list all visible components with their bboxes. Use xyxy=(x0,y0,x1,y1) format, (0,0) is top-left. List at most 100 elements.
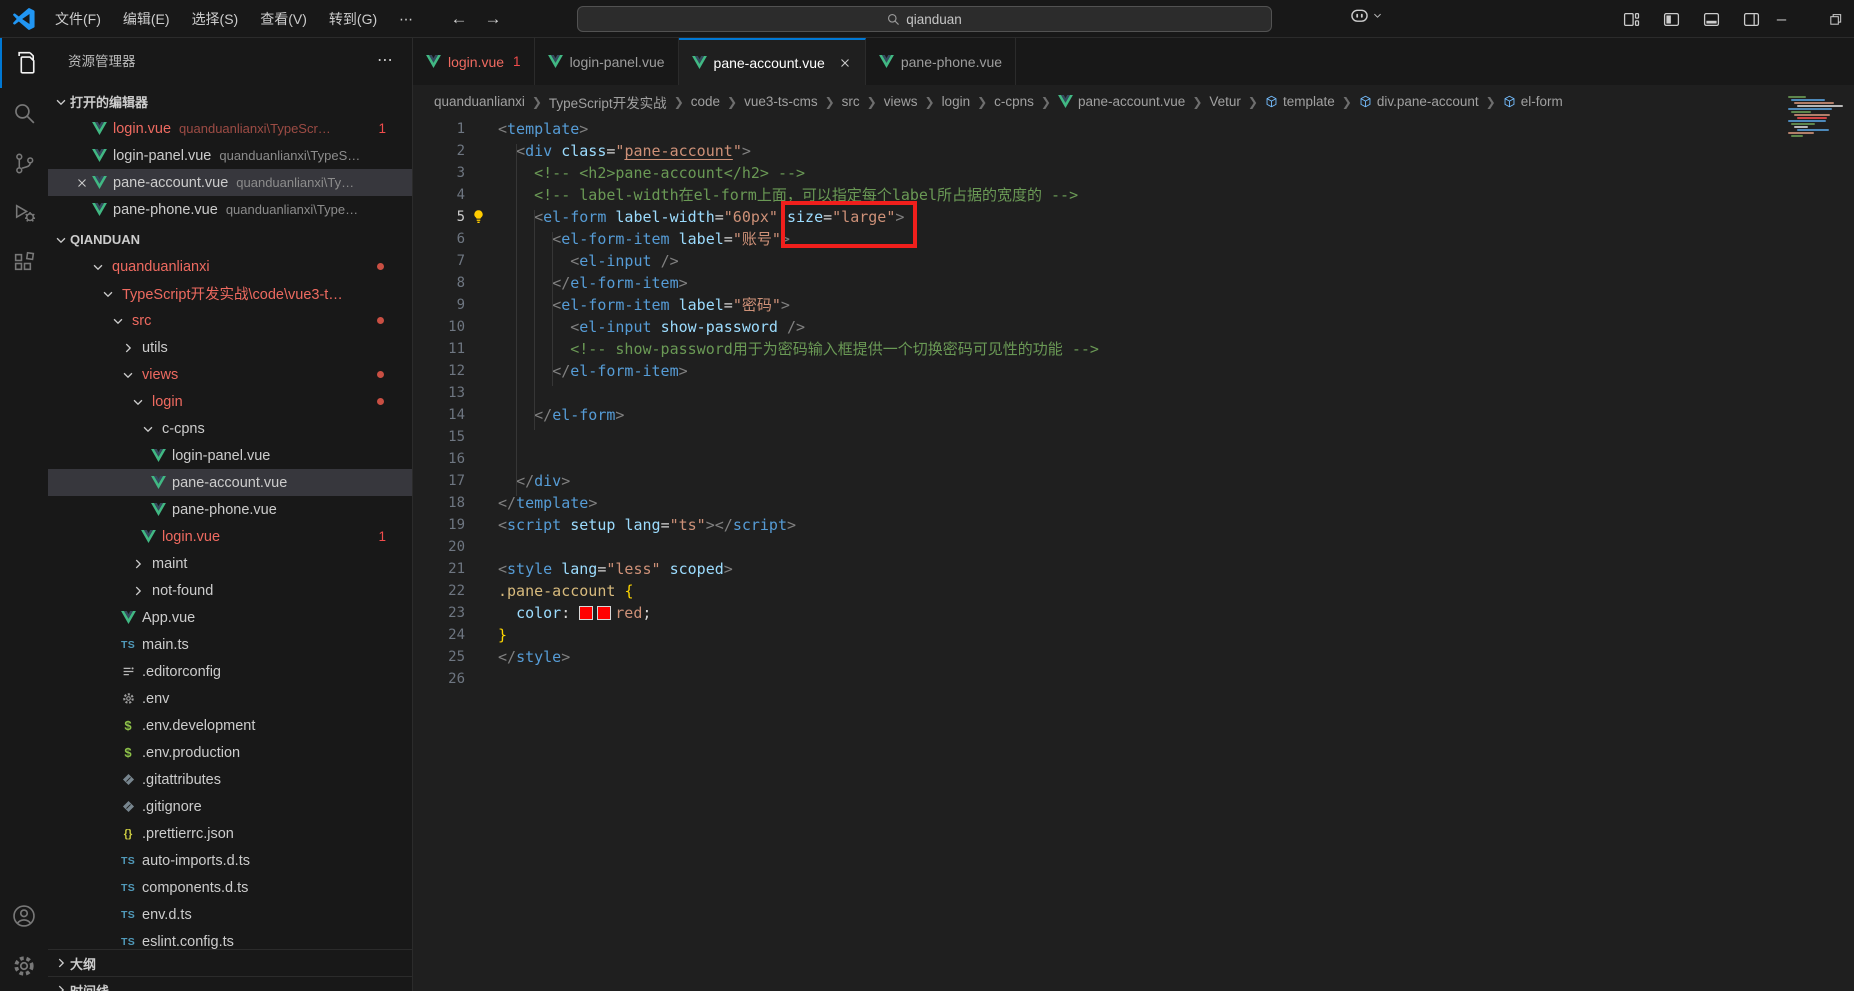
code-line-13[interactable]: 13 xyxy=(413,382,1854,404)
tree-item-maint[interactable]: maint xyxy=(48,550,412,577)
menu-item-2[interactable]: 选择(S) xyxy=(181,5,250,33)
section-时间线[interactable]: 时间线 xyxy=(48,976,412,991)
line-number[interactable]: 5 xyxy=(413,209,465,225)
code-line-5[interactable]: 5 <el-form label-width="60px" size="larg… xyxy=(413,206,1854,228)
code-line-8[interactable]: 8 </el-form-item> xyxy=(413,272,1854,294)
close-icon[interactable] xyxy=(72,176,92,190)
tree-item-main.ts[interactable]: TS main.ts xyxy=(48,631,412,658)
line-number[interactable]: 14 xyxy=(413,407,465,423)
tree-item-.env.production[interactable]: $ .env.production xyxy=(48,739,412,766)
breadcrumb-item-Vetur[interactable]: Vetur xyxy=(1209,94,1241,109)
code-text[interactable]: <script setup lang="ts"></script> xyxy=(498,514,796,536)
open-editor-pane-phone.vue[interactable]: pane-phone.vue quanduanlianxi\Type… xyxy=(48,196,412,223)
tree-item-App.vue[interactable]: App.vue xyxy=(48,604,412,631)
code-line-9[interactable]: 9 <el-form-item label="密码"> xyxy=(413,294,1854,316)
menu-item-5[interactable]: ⋯ xyxy=(388,7,424,32)
code-text[interactable]: color: red; xyxy=(498,602,651,624)
line-number[interactable]: 21 xyxy=(413,561,465,577)
line-number[interactable]: 13 xyxy=(413,385,465,401)
menu-item-3[interactable]: 查看(V) xyxy=(249,5,318,33)
breadcrumb-item-pane-account.vue[interactable]: pane-account.vue xyxy=(1058,94,1185,109)
line-number[interactable]: 24 xyxy=(413,627,465,643)
code-text[interactable]: <style lang="less" scoped> xyxy=(498,558,733,580)
code-line-7[interactable]: 7 <el-input /> xyxy=(413,250,1854,272)
breadcrumb-item-quanduanlianxi[interactable]: quanduanlianxi xyxy=(434,94,525,109)
code-line-11[interactable]: 11 <!-- show-password用于为密码输入框提供一个切换密码可见性… xyxy=(413,338,1854,360)
minimap[interactable] xyxy=(1788,96,1846,148)
tab-pane-phone.vue[interactable]: pane-phone.vue xyxy=(865,38,1017,85)
close-icon[interactable] xyxy=(838,56,852,70)
copilot-button[interactable] xyxy=(1350,7,1383,24)
line-number[interactable]: 25 xyxy=(413,649,465,665)
open-editor-login.vue[interactable]: login.vue quanduanlianxi\TypeScr… 1 xyxy=(48,115,412,142)
line-number[interactable]: 16 xyxy=(413,451,465,467)
activity-source-control-icon[interactable] xyxy=(0,138,48,188)
lightbulb-icon[interactable] xyxy=(471,209,486,228)
code-line-20[interactable]: 20 xyxy=(413,536,1854,558)
code-line-1[interactable]: 1 <template> xyxy=(413,118,1854,140)
line-number[interactable]: 3 xyxy=(413,165,465,181)
toggle-panel-icon[interactable] xyxy=(1698,7,1724,31)
color-swatch-red[interactable] xyxy=(579,606,594,620)
tree-item-src[interactable]: src xyxy=(48,307,412,334)
tree-item-utils[interactable]: utils xyxy=(48,334,412,361)
code-text[interactable]: <el-form-item label="密码"> xyxy=(498,294,790,316)
activity-explorer-icon[interactable] xyxy=(0,38,48,88)
line-number[interactable]: 26 xyxy=(413,671,465,687)
code-line-26[interactable]: 26 xyxy=(413,668,1854,690)
code-text[interactable]: <template> xyxy=(498,118,588,140)
breadcrumb-item-views[interactable]: views xyxy=(884,94,918,109)
tree-item-not-found[interactable]: not-found xyxy=(48,577,412,604)
code-line-22[interactable]: 22 .pane-account { xyxy=(413,580,1854,602)
open-editor-login-panel.vue[interactable]: login-panel.vue quanduanlianxi\TypeS… xyxy=(48,142,412,169)
open-editors-header[interactable]: 打开的编辑器 xyxy=(48,88,412,115)
menu-item-1[interactable]: 编辑(E) xyxy=(112,5,181,33)
line-number[interactable]: 20 xyxy=(413,539,465,555)
back-arrow-icon[interactable]: ← xyxy=(446,7,472,31)
breadcrumb-item-src[interactable]: src xyxy=(842,94,860,109)
tree-item-views[interactable]: views xyxy=(48,361,412,388)
code-text[interactable]: <!-- <h2>pane-account</h2> --> xyxy=(498,162,805,184)
toggle-secondary-sidebar-icon[interactable] xyxy=(1738,7,1764,31)
activity-search-icon[interactable] xyxy=(0,88,48,138)
tree-item-quanduanlianxi[interactable]: quanduanlianxi xyxy=(48,253,412,280)
code-text[interactable]: <el-input show-password /> xyxy=(498,316,805,338)
line-number[interactable]: 18 xyxy=(413,495,465,511)
code-line-4[interactable]: 4 <!-- label-width在el-form上面，可以指定每个label… xyxy=(413,184,1854,206)
code-line-17[interactable]: 17 </div> xyxy=(413,470,1854,492)
tree-item-login[interactable]: login xyxy=(48,388,412,415)
line-number[interactable]: 23 xyxy=(413,605,465,621)
tab-pane-account.vue[interactable]: pane-account.vue xyxy=(678,38,866,85)
command-center-search[interactable]: qianduan xyxy=(577,6,1272,32)
tree-item-.env[interactable]: .env xyxy=(48,685,412,712)
line-number[interactable]: 4 xyxy=(413,187,465,203)
code-text[interactable]: </template> xyxy=(498,492,597,514)
code-editor[interactable]: 1 <template> 2 <div class="pane-account"> 3… xyxy=(413,118,1854,991)
line-number[interactable]: 7 xyxy=(413,253,465,269)
code-text[interactable]: .pane-account { xyxy=(498,580,633,602)
tree-item-.gitignore[interactable]: .gitignore xyxy=(48,793,412,820)
section-大纲[interactable]: 大纲 xyxy=(48,949,412,976)
code-line-25[interactable]: 25 </style> xyxy=(413,646,1854,668)
code-line-21[interactable]: 21 <style lang="less" scoped> xyxy=(413,558,1854,580)
code-text[interactable]: } xyxy=(498,624,507,646)
code-line-24[interactable]: 24} xyxy=(413,624,1854,646)
activity-extensions-icon[interactable] xyxy=(0,238,48,288)
line-number[interactable]: 8 xyxy=(413,275,465,291)
code-line-23[interactable]: 23 color: red; xyxy=(413,602,1854,624)
code-line-15[interactable]: 15 xyxy=(413,426,1854,448)
menu-item-4[interactable]: 转到(G) xyxy=(318,5,388,33)
restore-icon[interactable] xyxy=(1822,7,1848,31)
tree-item-.editorconfig[interactable]: .editorconfig xyxy=(48,658,412,685)
customize-layout-icon[interactable] xyxy=(1618,7,1644,31)
open-editor-pane-account.vue[interactable]: pane-account.vue quanduanlianxi\Ty… xyxy=(48,169,412,196)
tree-item-pane-phone.vue[interactable]: pane-phone.vue xyxy=(48,496,412,523)
tab-login.vue[interactable]: login.vue 1 xyxy=(413,38,535,85)
activity-settings-icon[interactable] xyxy=(0,941,48,991)
tree-item-c-cpns[interactable]: c-cpns xyxy=(48,415,412,442)
code-line-12[interactable]: 12 </el-form-item> xyxy=(413,360,1854,382)
code-text[interactable]: </el-form-item> xyxy=(498,360,687,382)
tree-item-pane-account.vue[interactable]: pane-account.vue xyxy=(48,469,412,496)
code-text[interactable]: </style> xyxy=(498,646,570,668)
code-text[interactable]: <!-- show-password用于为密码输入框提供一个切换密码可见性的功能… xyxy=(498,338,1099,360)
